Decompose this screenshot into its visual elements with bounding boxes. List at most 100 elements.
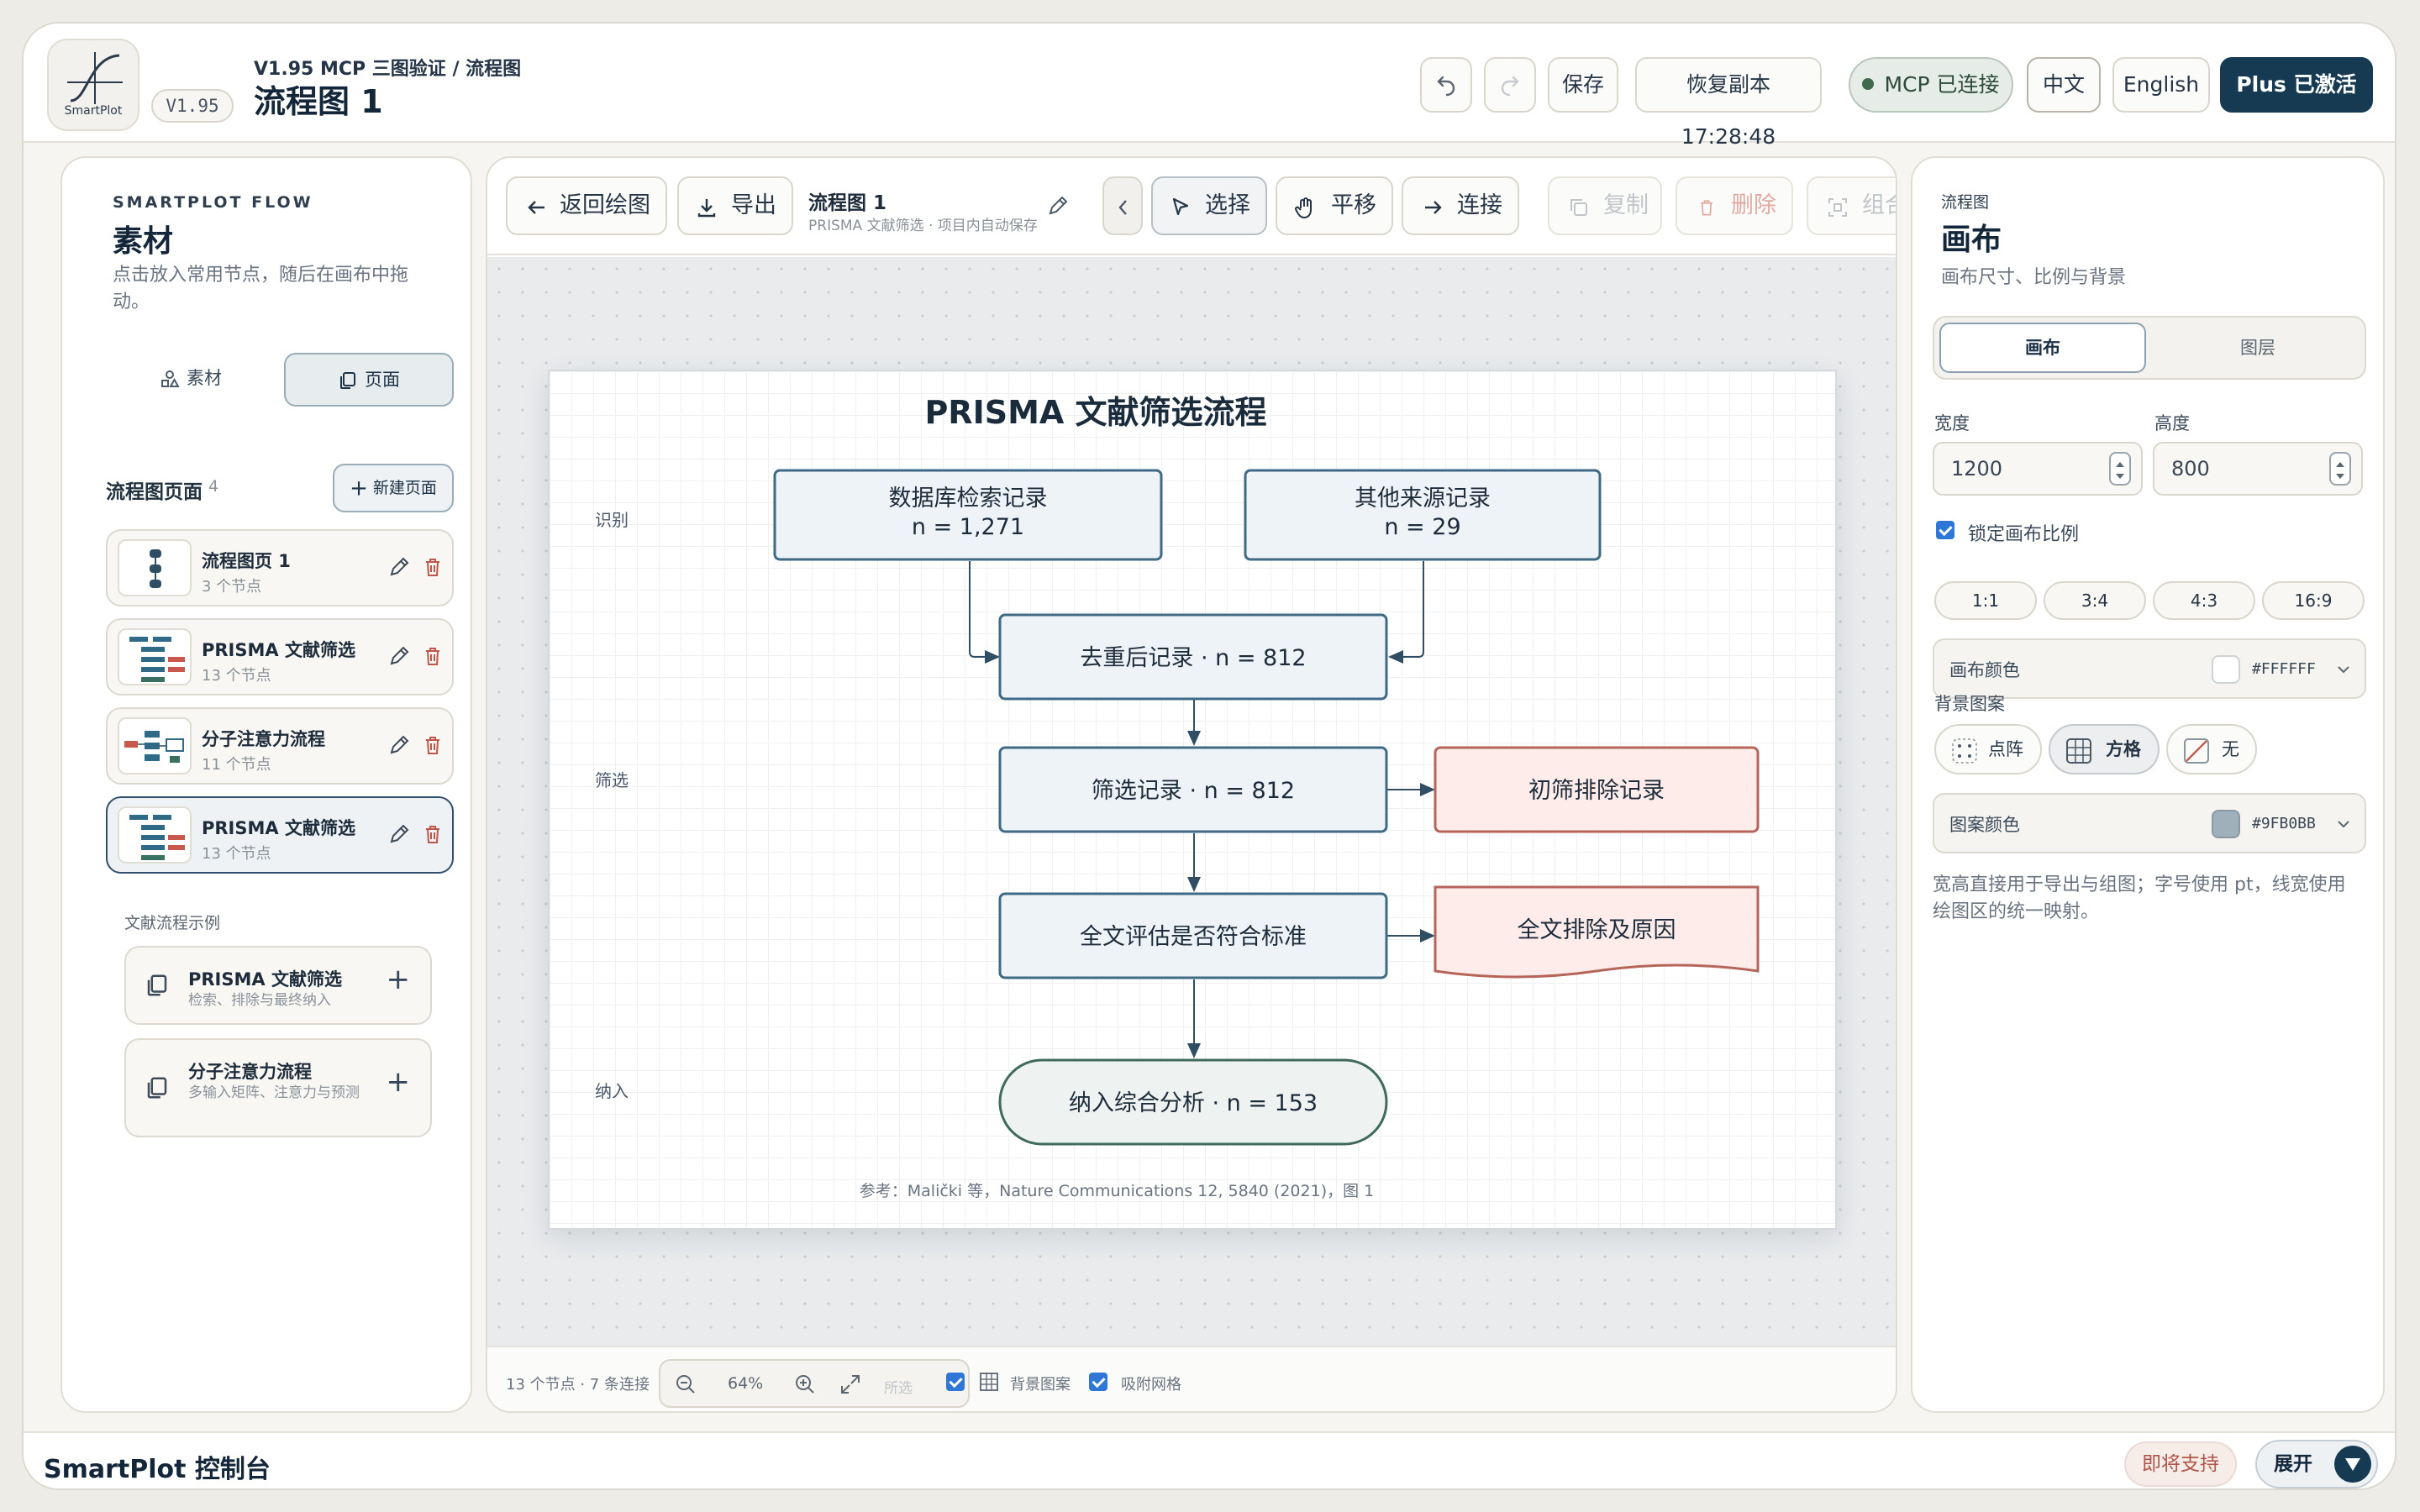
tab-pages[interactable]: 页面 xyxy=(284,353,454,407)
dots-pattern-icon xyxy=(1952,738,1977,764)
node-excluded-fulltext[interactable]: 全文排除及原因 xyxy=(1434,885,1760,979)
fit-view-icon[interactable] xyxy=(839,1373,862,1396)
ratio-4-3-button[interactable]: 4:3 xyxy=(2153,581,2255,620)
restore-backup-button[interactable]: 恢复副本 17:28:48 xyxy=(1635,57,1822,149)
assets-panel: SMARTPLOT FLOW 素材 点击放入常用节点，随后在画布中拖动。 素材 … xyxy=(60,156,472,1413)
edge-other-to-dedup[interactable] xyxy=(1388,561,1424,664)
pattern-grid-label: 方格 xyxy=(2106,739,2141,759)
zoom-controls: 64% 所选 xyxy=(659,1359,970,1408)
node-other-records[interactable]: 其他来源记录 n = 29 xyxy=(1244,469,1602,561)
height-stepper[interactable] xyxy=(2329,452,2351,486)
node-screened[interactable]: 筛选记录 · n = 812 xyxy=(998,746,1388,833)
pattern-dots-label: 点阵 xyxy=(1988,739,2023,759)
lang-en-button[interactable]: English xyxy=(2112,57,2210,113)
svg-text:n = 1,271: n = 1,271 xyxy=(912,514,1024,540)
redo-button[interactable] xyxy=(1484,57,1536,113)
rename-edit-icon[interactable] xyxy=(1045,193,1071,218)
collapse-toolbar-button[interactable] xyxy=(1102,176,1143,235)
width-input[interactable]: 1200 xyxy=(1933,442,2143,496)
export-button[interactable]: 导出 xyxy=(677,176,793,235)
pattern-dots-button[interactable]: 点阵 xyxy=(1934,724,2042,774)
canvas-viewport[interactable]: PRISMA 文献筛选流程 识别 筛选 纳入 数据库检索记录 n = 1,271… xyxy=(487,257,1896,1346)
add-icon[interactable]: + xyxy=(387,1065,411,1099)
example-template-attention[interactable]: 分子注意力流程 多输入矩阵、注意力与预测 + xyxy=(124,1038,432,1137)
delete-button[interactable]: 删除 xyxy=(1676,176,1793,235)
export-label: 导出 xyxy=(731,192,776,218)
trash-icon[interactable] xyxy=(420,643,445,669)
diagram-sheet[interactable]: PRISMA 文献筛选流程 识别 筛选 纳入 数据库检索记录 n = 1,271… xyxy=(548,370,1837,1230)
coming-soon-button[interactable]: 即将支持 xyxy=(2124,1441,2237,1487)
examples-section-title: 文献流程示例 xyxy=(124,914,221,932)
page-item[interactable]: PRISMA 文献筛选 13 个节点 xyxy=(106,618,454,696)
page-name: 流程图页 1 xyxy=(202,551,291,571)
tab-pages-label: 页面 xyxy=(365,370,400,390)
stepper-arrows-icon xyxy=(2116,462,2124,479)
save-button[interactable]: 保存 xyxy=(1548,57,1618,113)
fit-selection-button[interactable]: 所选 xyxy=(884,1376,913,1397)
page-item[interactable]: 分子注意力流程 11 个节点 xyxy=(106,707,454,785)
pattern-none-button[interactable]: 无 xyxy=(2166,724,2257,774)
lock-ratio-checkbox[interactable] xyxy=(1936,521,1954,539)
page-item[interactable]: 流程图页 1 3 个节点 xyxy=(106,529,454,606)
node-database-records[interactable]: 数据库检索记录 n = 1,271 xyxy=(773,469,1163,561)
edit-icon[interactable] xyxy=(387,732,412,758)
copy-button[interactable]: 复制 xyxy=(1548,176,1662,235)
node-deduplicated[interactable]: 去重后记录 · n = 812 xyxy=(998,613,1388,701)
bg-pattern-label: 背景图案 xyxy=(1010,1376,1071,1394)
zoom-in-icon[interactable] xyxy=(793,1373,817,1396)
svg-text:数据库检索记录: 数据库检索记录 xyxy=(889,486,1048,512)
pattern-grid-button[interactable]: 方格 xyxy=(2049,724,2160,774)
group-icon xyxy=(1828,198,1847,217)
expand-circle xyxy=(2334,1446,2371,1483)
canvas-color-swatch[interactable] xyxy=(2212,655,2240,684)
height-input[interactable]: 800 xyxy=(2153,442,2363,496)
edit-icon[interactable] xyxy=(387,643,412,669)
tab-assets-label: 素材 xyxy=(187,368,222,388)
ratio-1-1-button[interactable]: 1:1 xyxy=(1934,581,2037,620)
ratio-16-9-button[interactable]: 16:9 xyxy=(2262,581,2365,620)
canvas-color-label: 画布颜色 xyxy=(1949,660,2020,680)
pan-tool-button[interactable]: 平移 xyxy=(1276,176,1393,235)
tab-layers[interactable]: 图层 xyxy=(2154,323,2361,373)
svg-text:全文排除及原因: 全文排除及原因 xyxy=(1518,917,1676,943)
node-fulltext-assessment[interactable]: 全文评估是否符合标准 xyxy=(998,892,1388,979)
lang-zh-button[interactable]: 中文 xyxy=(2027,57,2101,113)
add-icon[interactable]: + xyxy=(387,963,411,996)
select-tool-button[interactable]: 选择 xyxy=(1151,176,1267,235)
svg-text:其他来源记录: 其他来源记录 xyxy=(1355,486,1491,512)
tab-canvas[interactable]: 画布 xyxy=(1939,323,2146,373)
plus-status-button[interactable]: Plus 已激活 xyxy=(2220,57,2373,113)
new-page-button[interactable]: + 新建页面 xyxy=(333,464,454,512)
hand-icon xyxy=(1295,197,1312,219)
edge-db-to-dedup[interactable] xyxy=(969,561,1000,664)
connect-tool-button[interactable]: 连接 xyxy=(1402,176,1519,235)
expand-console-button[interactable]: 展开 xyxy=(2255,1440,2378,1488)
snap-grid-checkbox[interactable] xyxy=(1089,1373,1107,1391)
node-excluded-screening[interactable]: 初筛排除记录 xyxy=(1434,746,1760,833)
status-dot-icon xyxy=(1862,78,1875,90)
example-template-prisma[interactable]: PRISMA 文献筛选 检索、排除与最终纳入 + xyxy=(124,946,432,1025)
ratio-3-4-button[interactable]: 3:4 xyxy=(2044,581,2146,620)
mcp-status-button[interactable]: MCP 已连接 xyxy=(1849,57,2013,113)
trash-icon[interactable] xyxy=(420,822,445,847)
bg-pattern-checkbox[interactable] xyxy=(946,1373,965,1391)
tab-assets[interactable]: 素材 xyxy=(106,353,276,407)
node-included[interactable]: 纳入综合分析 · n = 153 xyxy=(998,1058,1388,1146)
zoom-out-icon[interactable] xyxy=(674,1373,697,1396)
undo-button[interactable] xyxy=(1420,57,1472,113)
logo-text: SmartPlot xyxy=(64,104,123,118)
group-button[interactable]: 组合 xyxy=(1807,176,1896,235)
snap-grid-label: 吸附网格 xyxy=(1121,1376,1181,1394)
pattern-color-field[interactable]: 图案颜色 #9FB0BB xyxy=(1933,793,2366,853)
back-button[interactable]: 返回绘图 xyxy=(506,176,667,235)
width-stepper[interactable] xyxy=(2109,452,2131,486)
trash-icon[interactable] xyxy=(420,732,445,758)
edit-icon[interactable] xyxy=(387,822,412,847)
trash-icon[interactable] xyxy=(420,554,445,580)
svg-text:纳入综合分析 · n = 153: 纳入综合分析 · n = 153 xyxy=(1069,1090,1318,1116)
top-header: SmartPlot V1.95 V1.95 MCP 三图验证 / 流程图 流程图… xyxy=(24,24,2395,149)
edit-icon[interactable] xyxy=(387,554,412,580)
page-item[interactable]: PRISMA 文献筛选 13 个节点 xyxy=(106,796,454,874)
pages-section-title: 流程图页面 xyxy=(106,481,203,503)
pattern-color-swatch[interactable] xyxy=(2212,810,2240,838)
